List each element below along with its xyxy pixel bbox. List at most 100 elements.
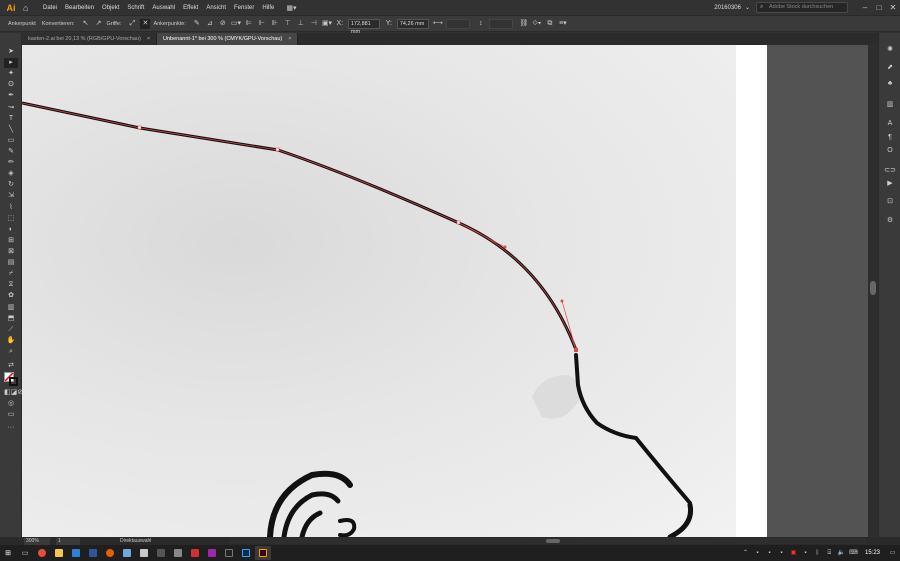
face-contour[interactable] <box>574 353 692 505</box>
settings-gear-icon[interactable]: ⚙ <box>884 216 896 226</box>
ear-lobe-stroke[interactable] <box>338 518 357 537</box>
notifications-icon[interactable]: ▭ <box>888 549 897 558</box>
type-tool-icon[interactable]: T <box>4 114 18 124</box>
width-field[interactable] <box>445 18 470 29</box>
vertical-scroll-thumb[interactable] <box>870 281 876 295</box>
eyedropper-tool-icon[interactable]: ⌿ <box>4 269 18 279</box>
selection-tool-icon[interactable]: ➤ <box>4 47 18 57</box>
tray-app-icon[interactable]: ▪ <box>801 549 810 558</box>
media-player-icon[interactable] <box>153 546 169 560</box>
close-icon[interactable]: ✕ <box>886 3 900 12</box>
paragraph-panel-icon[interactable]: ¶ <box>884 133 896 143</box>
height-field[interactable] <box>488 18 513 29</box>
tray-app-icon[interactable]: ▪ <box>777 549 786 558</box>
transform-icon[interactable]: ⟐▾ <box>532 19 542 29</box>
network-icon[interactable]: ⌸ <box>825 549 834 558</box>
shape-builder-tool-icon[interactable]: ◐ <box>4 225 18 235</box>
keyboard-icon[interactable]: ⌨ <box>849 549 858 558</box>
tray-chevron-icon[interactable]: ⌃ <box>741 549 750 558</box>
tab-kasten[interactable]: kasten-2.ai bei 20,13 % (RGB/GPU-Vorscha… <box>22 33 158 45</box>
symbol-sprayer-tool-icon[interactable]: ✿ <box>4 291 18 301</box>
horizontal-scroll-thumb[interactable] <box>546 539 560 543</box>
arrange-documents-icon[interactable]: ▦▾ <box>286 4 296 12</box>
vertical-scrollbar[interactable] <box>868 45 878 537</box>
actions-panel-icon[interactable]: ▶ <box>884 179 896 189</box>
asset-export-icon[interactable]: ⊡ <box>884 197 896 207</box>
free-transform-tool-icon[interactable]: ⬚ <box>4 214 18 224</box>
photos-icon[interactable] <box>119 546 135 560</box>
align-top-icon[interactable]: ⊤ <box>283 19 293 29</box>
convert-smooth-icon[interactable]: ↗ <box>94 19 104 29</box>
artwork-layer[interactable] <box>22 45 868 537</box>
file-explorer-icon[interactable] <box>51 546 67 560</box>
ear-middle-stroke[interactable] <box>281 491 341 537</box>
mesh-tool-icon[interactable]: ⊠ <box>4 247 18 257</box>
handle-point[interactable] <box>503 245 507 249</box>
graph-tool-icon[interactable]: ▥ <box>4 303 18 313</box>
ear-inner-stroke[interactable] <box>299 510 323 537</box>
align-center-icon[interactable]: ⊩ <box>257 19 267 29</box>
chevron-down-icon[interactable]: ⌄ <box>745 4 750 11</box>
zoom-level-field[interactable]: 300% <box>24 537 50 545</box>
minimize-icon[interactable]: – <box>858 3 872 12</box>
gradient-panel-icon[interactable]: ▥ <box>884 100 896 110</box>
tray-app-icon[interactable]: ▪ <box>765 549 774 558</box>
current-tool-readout[interactable]: Direktauswahl <box>120 538 151 544</box>
menu-effekt[interactable]: Effekt <box>183 5 198 11</box>
magic-wand-icon[interactable]: ✦ <box>4 69 18 79</box>
home-icon[interactable]: ⌂ <box>23 3 35 13</box>
menu-bearbeiten[interactable]: Bearbeiten <box>65 5 94 11</box>
lip-contour[interactable] <box>667 502 694 537</box>
color-mode-icon[interactable]: ◧◪⊘ <box>4 388 23 398</box>
anchor-point-selected[interactable] <box>574 348 578 352</box>
menu-schrift[interactable]: Schrift <box>127 5 144 11</box>
link-proportions-icon[interactable]: ⛓ <box>519 19 529 29</box>
artboard-tool-icon[interactable]: ⬒ <box>4 314 18 324</box>
cut-path-icon[interactable]: ⊘ <box>218 19 228 29</box>
stock-search-input[interactable]: ⌕ Adobe Stock durchsuchen <box>756 2 848 13</box>
slice-tool-icon[interactable]: ⟋ <box>4 325 18 335</box>
curvature-tool-icon[interactable]: ↝ <box>4 103 18 113</box>
align-right-icon[interactable]: ⊪ <box>270 19 280 29</box>
taskbar-clock[interactable]: 15:23 <box>865 550 880 556</box>
windows-start-icon[interactable]: ⊞ <box>0 546 16 560</box>
menu-datei[interactable]: Datei <box>43 5 57 11</box>
pencil-tool-icon[interactable]: ✏ <box>4 158 18 168</box>
menu-auswahl[interactable]: Auswahl <box>152 5 175 11</box>
selected-path[interactable] <box>22 101 578 351</box>
anchor-point[interactable] <box>456 220 461 225</box>
draw-mode-icon[interactable]: ◎ <box>4 399 18 409</box>
y-field[interactable]: 74,26 mm <box>396 18 429 29</box>
paintbrush-tool-icon[interactable]: ✎ <box>4 147 18 157</box>
anchor-point[interactable] <box>275 147 280 152</box>
align-left-icon[interactable]: ⊫ <box>244 19 254 29</box>
align-to-icon[interactable]: ▣▾ <box>322 19 332 29</box>
firefox-icon[interactable] <box>102 546 118 560</box>
eraser-tool-icon[interactable]: ◈ <box>4 169 18 179</box>
menu-hilfe[interactable]: Hilfe <box>262 5 274 11</box>
scale-tool-icon[interactable]: ⇲ <box>4 191 18 201</box>
ear-outer-stroke[interactable] <box>267 470 353 537</box>
app-icon[interactable] <box>170 546 186 560</box>
panel-menu-icon[interactable]: ≡▾ <box>558 19 568 29</box>
rotate-tool-icon[interactable]: ↻ <box>4 180 18 190</box>
close-tab-icon[interactable]: × <box>147 33 150 45</box>
artboard-number-field[interactable]: 1 <box>56 537 80 545</box>
hand-tool-icon[interactable]: ✋ <box>4 336 18 346</box>
stroke-swatch[interactable] <box>9 377 18 386</box>
symbols-panel-icon[interactable]: ♣ <box>884 79 896 89</box>
align-middle-icon[interactable]: ⊥ <box>296 19 306 29</box>
workspace-switcher[interactable]: 20160306 <box>714 5 741 11</box>
opentype-panel-icon[interactable]: O <box>884 146 896 156</box>
anchor-point[interactable] <box>137 125 142 130</box>
tab-unbenannt[interactable]: Unbenannt-1* bei 300 % (CMYK/GPU-Vorscha… <box>157 33 299 45</box>
task-view-icon[interactable]: ▭ <box>17 546 33 560</box>
app-icon[interactable] <box>204 546 220 560</box>
properties-panel-icon[interactable]: ✺ <box>884 45 896 55</box>
outlook-icon[interactable] <box>68 546 84 560</box>
perspective-grid-tool-icon[interactable]: ⊞ <box>4 236 18 246</box>
isolate-icon[interactable]: ⧉ <box>545 19 555 29</box>
volume-icon[interactable]: 🔈 <box>837 549 846 558</box>
illustrator-icon[interactable] <box>255 546 271 560</box>
chrome-icon[interactable] <box>34 546 50 560</box>
